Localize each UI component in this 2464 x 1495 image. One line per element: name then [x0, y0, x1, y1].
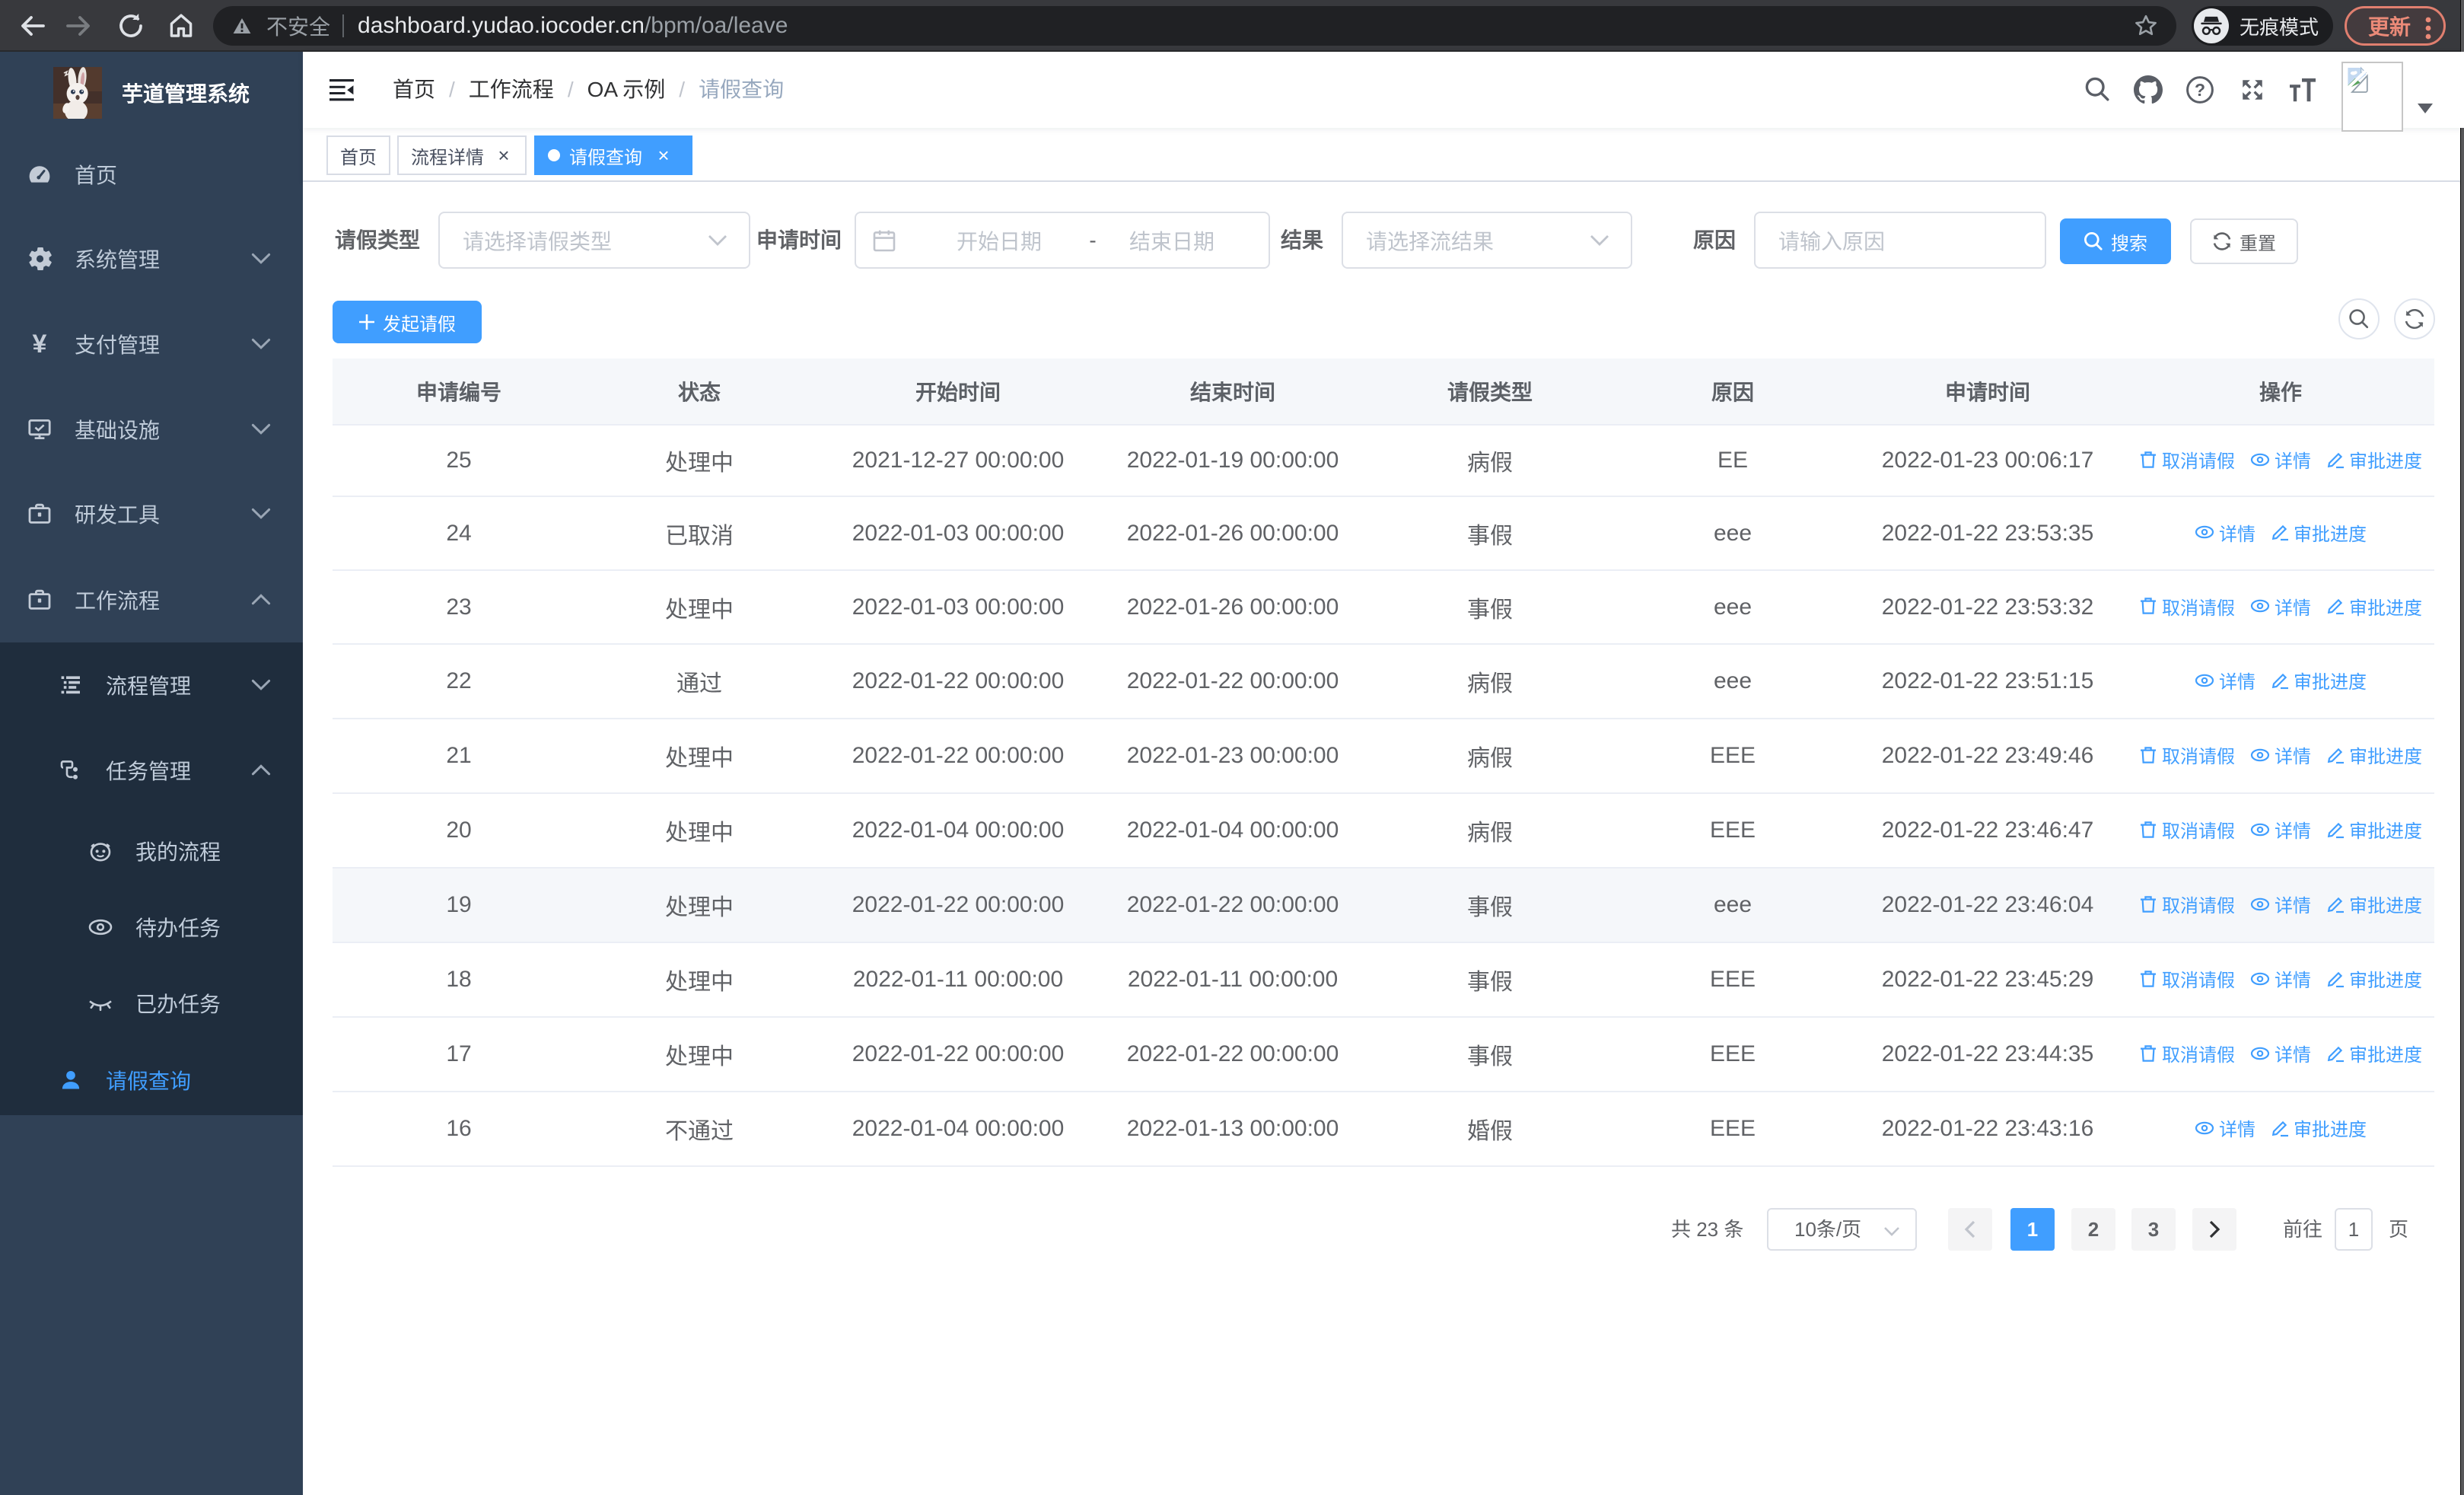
svg-text:?: ? [2195, 80, 2205, 100]
